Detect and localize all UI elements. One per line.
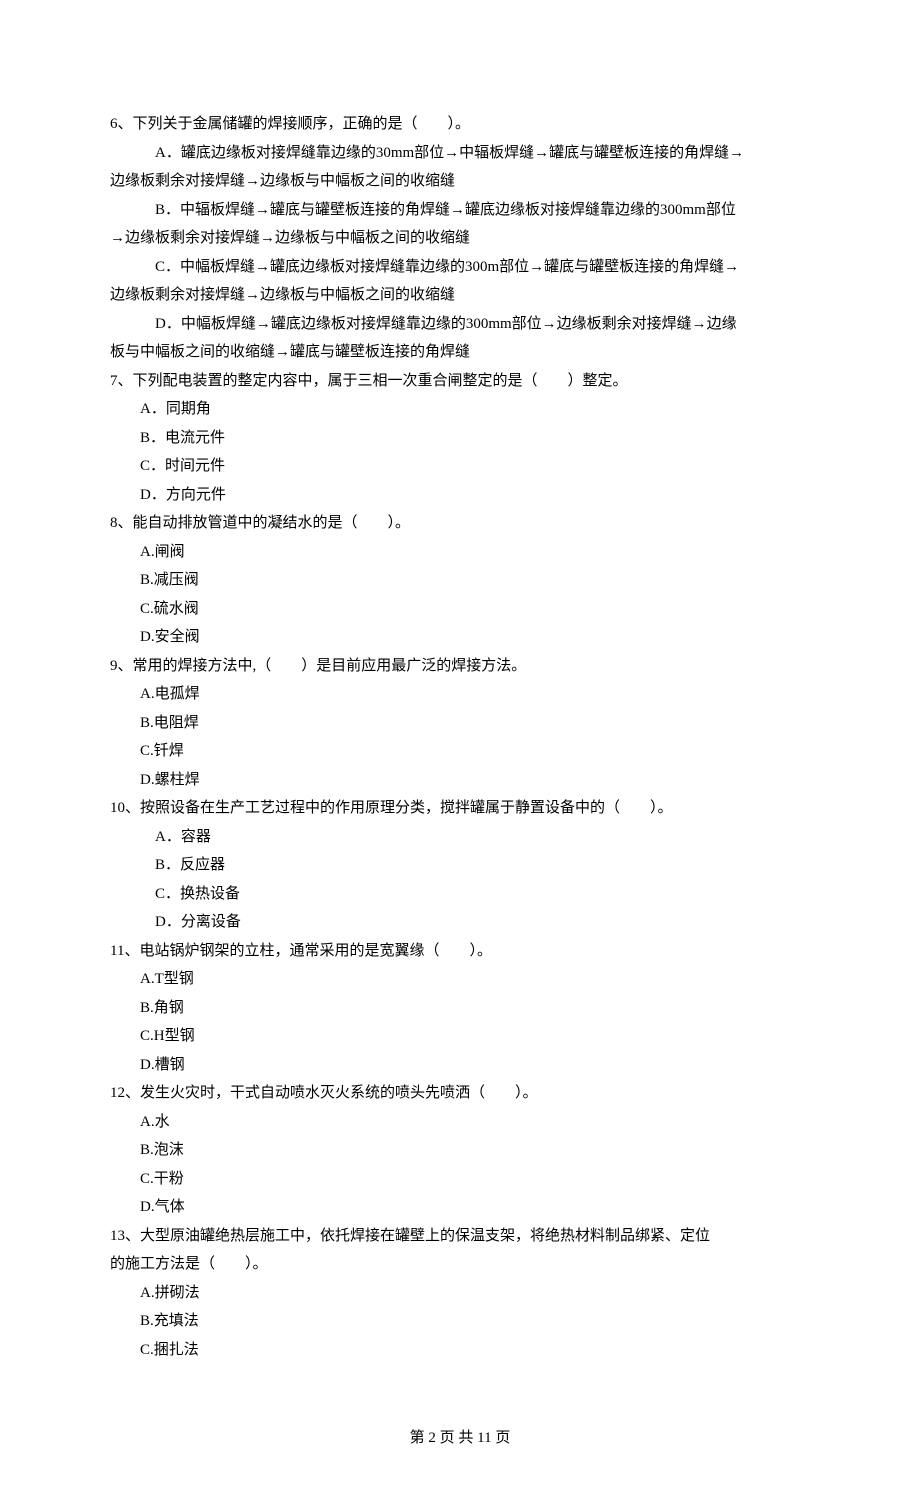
q6-option-c-line2: 边缘板剩余对接焊缝→边缘板与中幅板之间的收缩缝 (110, 281, 810, 310)
q13-option-b: B.充填法 (110, 1307, 810, 1336)
q8-option-d: D.安全阀 (110, 623, 810, 652)
q6-option-b-line1: B．中辐板焊缝→罐底与罐壁板连接的角焊缝→罐底边缘板对接焊缝靠边缘的300mm部… (110, 196, 810, 225)
q11-option-c: C.H型钢 (110, 1022, 810, 1051)
q13-option-a: A.拼砌法 (110, 1279, 810, 1308)
q8-option-b: B.减压阀 (110, 566, 810, 595)
q13-stem-line1: 13、大型原油罐绝热层施工中，依托焊接在罐壁上的保温支架，将绝热材料制品绑紧、定… (110, 1222, 810, 1251)
q12-option-b: B.泡沫 (110, 1136, 810, 1165)
q12-stem: 12、发生火灾时，干式自动喷水灭火系统的喷头先喷洒（ ）。 (110, 1079, 810, 1108)
q10-option-c: C．换热设备 (110, 880, 810, 909)
q6-option-d-line2: 板与中幅板之间的收缩缝→罐底与罐壁板连接的角焊缝 (110, 338, 810, 367)
q9-option-d: D.螺柱焊 (110, 766, 810, 795)
question-9: 9、常用的焊接方法中,（ ）是目前应用最广泛的焊接方法。 A.电孤焊 B.电阻焊… (110, 652, 810, 795)
q10-option-d: D．分离设备 (110, 908, 810, 937)
q9-option-a: A.电孤焊 (110, 680, 810, 709)
page-footer: 第 2 页 共 11 页 (110, 1424, 810, 1453)
q9-stem: 9、常用的焊接方法中,（ ）是目前应用最广泛的焊接方法。 (110, 652, 810, 681)
q11-option-b: B.角钢 (110, 994, 810, 1023)
q13-stem-line2: 的施工方法是（ ）。 (110, 1250, 810, 1279)
q12-option-a: A.水 (110, 1108, 810, 1137)
q6-option-d-line1: D．中幅板焊缝→罐底边缘板对接焊缝靠边缘的300mm部位→边缘板剩余对接焊缝→边… (110, 310, 810, 339)
q7-option-c: C．时间元件 (110, 452, 810, 481)
q13-option-c: C.捆扎法 (110, 1336, 810, 1365)
question-13: 13、大型原油罐绝热层施工中，依托焊接在罐壁上的保温支架，将绝热材料制品绑紧、定… (110, 1222, 810, 1365)
question-12: 12、发生火灾时，干式自动喷水灭火系统的喷头先喷洒（ ）。 A.水 B.泡沫 C… (110, 1079, 810, 1222)
q11-option-d: D.槽钢 (110, 1051, 810, 1080)
q6-option-b-line2: →边缘板剩余对接焊缝→边缘板与中幅板之间的收缩缝 (110, 224, 810, 253)
q12-option-d: D.气体 (110, 1193, 810, 1222)
q11-option-a: A.T型钢 (110, 965, 810, 994)
q6-stem: 6、下列关于金属储罐的焊接顺序，正确的是（ ）。 (110, 110, 810, 139)
q7-option-b: B．电流元件 (110, 424, 810, 453)
q7-option-a: A．同期角 (110, 395, 810, 424)
q6-option-a-line2: 边缘板剩余对接焊缝→边缘板与中幅板之间的收缩缝 (110, 167, 810, 196)
q7-option-d: D．方向元件 (110, 481, 810, 510)
question-10: 10、按照设备在生产工艺过程中的作用原理分类，搅拌罐属于静置设备中的（ ）。 A… (110, 794, 810, 937)
q6-option-c-line1: C．中幅板焊缝→罐底边缘板对接焊缝靠边缘的300m部位→罐底与罐壁板连接的角焊缝… (110, 253, 810, 282)
q8-stem: 8、能自动排放管道中的凝结水的是（ ）。 (110, 509, 810, 538)
q10-option-a: A．容器 (110, 823, 810, 852)
q9-option-b: B.电阻焊 (110, 709, 810, 738)
question-7: 7、下列配电装置的整定内容中，属于三相一次重合闸整定的是（ ）整定。 A．同期角… (110, 367, 810, 510)
question-6: 6、下列关于金属储罐的焊接顺序，正确的是（ ）。 A．罐底边缘板对接焊缝靠边缘的… (110, 110, 810, 367)
q11-stem: 11、电站锅炉钢架的立柱，通常采用的是宽翼缘（ ）。 (110, 937, 810, 966)
question-11: 11、电站锅炉钢架的立柱，通常采用的是宽翼缘（ ）。 A.T型钢 B.角钢 C.… (110, 937, 810, 1080)
q10-option-b: B．反应器 (110, 851, 810, 880)
q12-option-c: C.干粉 (110, 1165, 810, 1194)
question-8: 8、能自动排放管道中的凝结水的是（ ）。 A.闸阀 B.减压阀 C.硫水阀 D.… (110, 509, 810, 652)
q10-stem: 10、按照设备在生产工艺过程中的作用原理分类，搅拌罐属于静置设备中的（ ）。 (110, 794, 810, 823)
q8-option-a: A.闸阀 (110, 538, 810, 567)
q7-stem: 7、下列配电装置的整定内容中，属于三相一次重合闸整定的是（ ）整定。 (110, 367, 810, 396)
q9-option-c: C.钎焊 (110, 737, 810, 766)
q6-option-a-line1: A．罐底边缘板对接焊缝靠边缘的30mm部位→中辐板焊缝→罐底与罐壁板连接的角焊缝… (110, 139, 810, 168)
q8-option-c: C.硫水阀 (110, 595, 810, 624)
